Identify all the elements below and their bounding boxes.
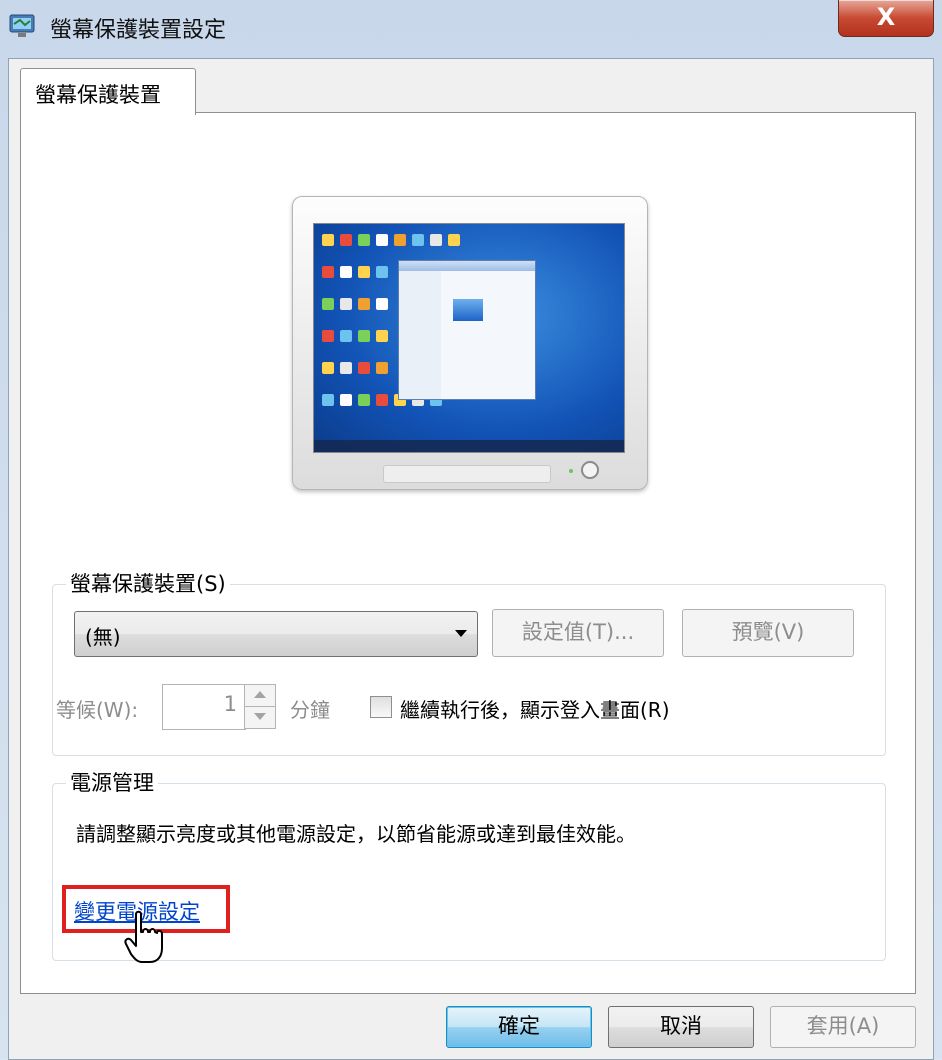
screensaver-select[interactable]: (無) <box>74 611 478 657</box>
resume-login-label: 繼續執行後，顯示登入畫面(R) <box>400 698 670 722</box>
display-icon <box>9 14 35 37</box>
desktop-preview-image <box>313 223 625 453</box>
ok-button[interactable]: 確定 <box>446 1006 592 1048</box>
resume-login-checkbox[interactable] <box>370 696 392 718</box>
spin-down-icon[interactable] <box>244 706 276 729</box>
spin-up-icon[interactable] <box>244 684 276 707</box>
screensaver-group-legend: 螢幕保護裝置(S) <box>66 568 230 598</box>
tab-screensaver[interactable]: 螢幕保護裝置 <box>20 68 196 115</box>
chevron-down-icon <box>455 630 467 637</box>
wait-minutes-input[interactable]: 1 <box>162 684 246 730</box>
monitor-preview <box>292 196 648 490</box>
wait-minutes-value: 1 <box>223 692 237 716</box>
preview-button[interactable]: 預覽(V) <box>682 609 854 657</box>
close-button[interactable]: X <box>838 0 934 37</box>
title-bar: 螢幕保護裝置設定 X <box>0 0 942 52</box>
close-icon: X <box>876 3 896 31</box>
preview-window-thumbnail <box>398 260 536 400</box>
power-management-group <box>52 783 886 961</box>
hand-cursor-icon <box>124 910 163 963</box>
screensaver-select-value: (無) <box>85 625 121 649</box>
cancel-button[interactable]: 取消 <box>608 1006 754 1048</box>
power-group-legend: 電源管理 <box>66 767 158 797</box>
power-button-icon <box>581 461 599 479</box>
window-title: 螢幕保護裝置設定 <box>50 18 227 43</box>
minutes-label: 分鐘 <box>290 698 330 722</box>
power-description: 請調整顯示亮度或其他電源設定，以節省能源或達到最佳效能。 <box>76 822 636 846</box>
wait-label: 等候(W): <box>56 698 139 722</box>
tab-label: 螢幕保護裝置 <box>35 83 161 107</box>
preview-taskbar <box>314 440 624 452</box>
apply-button[interactable]: 套用(A) <box>770 1006 916 1048</box>
power-led-icon <box>569 469 573 473</box>
settings-button[interactable]: 設定值(T)... <box>492 609 664 657</box>
wait-minutes-stepper[interactable] <box>244 684 276 729</box>
screensaver-settings-window: 螢幕保護裝置設定 X 螢幕保護裝置 螢幕保護裝置(S) (無) 設定值(T)..… <box>0 0 942 1060</box>
